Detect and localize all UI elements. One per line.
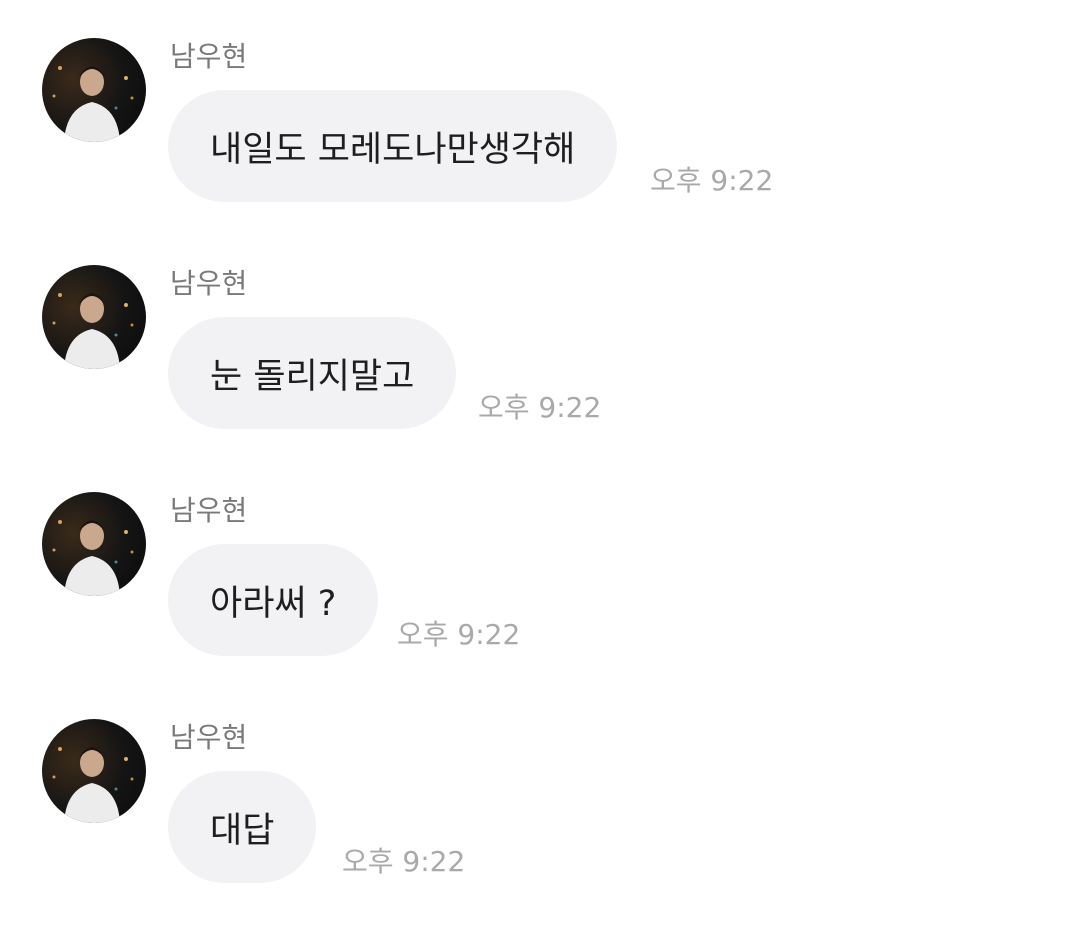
message-time: 오후 9:22 [397, 618, 521, 651]
message-bubble[interactable]: 눈 돌리지말고 [168, 317, 457, 429]
message-bubble[interactable]: 대답 [168, 771, 317, 883]
sender-name: 남우현 [170, 494, 248, 527]
message-text: 눈 돌리지말고 [210, 356, 415, 397]
avatar-photo-icon [52, 66, 134, 142]
message-bubble[interactable]: 내일도 모레도나만생각해 [168, 90, 618, 202]
avatar-photo-icon [52, 293, 134, 369]
sender-name: 남우현 [170, 721, 248, 754]
message-time: 오후 9:22 [650, 164, 774, 197]
sender-avatar[interactable] [42, 38, 146, 142]
chat-thread: 남우현 내일도 모레도나만생각해 오후 9:22 남우현 눈 돌리지말고 오후 … [0, 0, 1080, 934]
message-text: 내일도 모레도나만생각해 [210, 129, 576, 170]
sender-avatar[interactable] [42, 719, 146, 823]
avatar-photo-icon [52, 747, 134, 823]
sender-name: 남우현 [170, 267, 248, 300]
message-time: 오후 9:22 [342, 845, 466, 878]
avatar-photo-icon [52, 520, 134, 596]
message-text: 대답 [210, 810, 275, 851]
message-row: 남우현 대답 오후 9:22 [0, 719, 1080, 919]
message-text: 아라써 ? [210, 583, 337, 624]
sender-avatar[interactable] [42, 265, 146, 369]
message-row: 남우현 아라써 ? 오후 9:22 [0, 492, 1080, 692]
message-row: 남우현 눈 돌리지말고 오후 9:22 [0, 265, 1080, 465]
message-time: 오후 9:22 [478, 391, 602, 424]
sender-avatar[interactable] [42, 492, 146, 596]
message-row: 남우현 내일도 모레도나만생각해 오후 9:22 [0, 38, 1080, 238]
sender-name: 남우현 [170, 40, 248, 73]
message-bubble[interactable]: 아라써 ? [168, 544, 379, 656]
